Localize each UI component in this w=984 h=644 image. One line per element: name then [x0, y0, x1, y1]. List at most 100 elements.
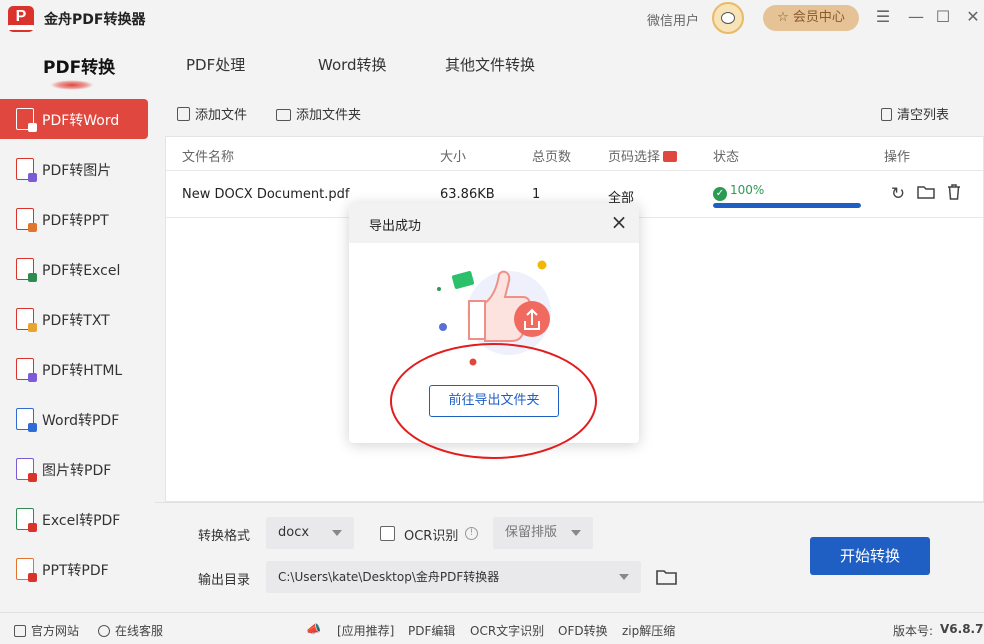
sidebar-item-label: 图片转PDF — [42, 463, 112, 479]
close-icon[interactable]: × — [609, 212, 629, 232]
sidebar-item-label: PPT转PDF — [42, 563, 109, 579]
vip-center-button[interactable]: ☆ 会员中心 — [763, 5, 859, 31]
add-folder-button[interactable]: 添加文件夹 — [276, 104, 361, 123]
chevron-down-icon — [332, 530, 342, 536]
progress-fill — [713, 203, 861, 208]
tab-pdf-convert[interactable]: PDF转换 — [43, 53, 115, 78]
sidebar-item-pdf-to-txt[interactable]: PDF转TXT — [0, 299, 148, 339]
main-tabs: PDF转换 PDF处理 Word转换 其他文件转换 — [0, 36, 984, 92]
sidebar-item-label: Excel转PDF — [42, 513, 121, 529]
pdf-txt-icon — [16, 308, 37, 332]
col-size: 大小 — [440, 150, 467, 165]
col-status: 状态 — [713, 150, 740, 165]
dialog-header: 导出成功 × — [349, 203, 639, 243]
sidebar-item-label: PDF转Excel — [42, 263, 121, 279]
clear-list-label: 清空列表 — [897, 108, 950, 123]
col-page-select: 页码选择 — [608, 146, 678, 165]
sidebar-item-word-to-pdf[interactable]: Word转PDF — [0, 399, 148, 439]
footer-link-recommend[interactable]: [应用推荐] — [337, 622, 394, 639]
sidebar: PDF转Word PDF转图片 PDF转PPT PDF转Excel PDF转TX… — [0, 92, 155, 608]
footer: 官方网站 在线客服 📣 [应用推荐] PDF编辑 OCR文字识别 OFD转换 z… — [0, 612, 984, 644]
layout-value: 保留排版 — [505, 525, 558, 540]
image-pdf-icon — [16, 458, 37, 482]
ppt-pdf-icon — [16, 558, 37, 582]
progress-bar — [713, 203, 861, 208]
chevron-down-icon — [619, 574, 629, 580]
globe-icon — [14, 625, 26, 637]
pdf-word-icon — [16, 108, 37, 132]
sidebar-item-pdf-to-word[interactable]: PDF转Word — [0, 99, 148, 139]
add-file-icon — [177, 107, 190, 121]
app-title: 金舟PDF转换器 — [44, 12, 146, 28]
sidebar-item-excel-to-pdf[interactable]: Excel转PDF — [0, 499, 148, 539]
col-file-name: 文件名称 — [182, 150, 235, 165]
app-logo-icon: P — [8, 6, 34, 32]
pdf-html-icon — [16, 358, 37, 382]
version-value: V6.8.7 — [940, 622, 984, 636]
sidebar-item-ppt-to-pdf[interactable]: PPT转PDF — [0, 549, 148, 589]
browse-folder-icon[interactable] — [655, 567, 679, 591]
delete-icon[interactable] — [944, 184, 964, 204]
maximize-icon[interactable]: ☐ — [932, 6, 954, 28]
support-link[interactable]: 在线客服 — [98, 622, 163, 639]
footer-link-ofd[interactable]: OFD转换 — [558, 622, 608, 639]
col-pages: 总页数 — [532, 150, 572, 165]
file-size-cell: 63.86KB — [440, 187, 495, 202]
layout-select[interactable]: 保留排版 — [493, 517, 593, 549]
sidebar-item-label: PDF转TXT — [42, 313, 110, 329]
tab-word-convert[interactable]: Word转换 — [318, 54, 387, 75]
minimize-icon[interactable]: — — [905, 6, 927, 28]
menu-icon[interactable]: ☰ — [872, 6, 894, 28]
check-circle-icon: ✓ — [713, 187, 727, 201]
col-page-select-label: 页码选择 — [608, 150, 661, 165]
sidebar-item-label: Word转PDF — [42, 413, 120, 429]
settings-panel: 转换格式 docx OCR识别 ! 保留排版 输出目录 C:\Users\kat… — [155, 502, 984, 608]
output-path-select[interactable]: C:\Users\kate\Desktop\金舟PDF转换器 — [266, 561, 641, 593]
file-name-cell: New DOCX Document.pdf — [182, 187, 350, 202]
website-label: 官方网站 — [31, 624, 80, 638]
reconvert-icon[interactable]: ↻ — [888, 184, 908, 204]
open-export-folder-button[interactable]: 前往导出文件夹 — [429, 385, 559, 417]
close-icon[interactable]: ✕ — [962, 6, 984, 28]
format-select[interactable]: docx — [266, 517, 354, 549]
export-success-dialog: 导出成功 × 前往导出文件夹 — [349, 203, 639, 443]
vip-center-label: 会员中心 — [792, 10, 845, 25]
sidebar-item-pdf-to-html[interactable]: PDF转HTML — [0, 349, 148, 389]
website-link[interactable]: 官方网站 — [14, 622, 79, 639]
table-header: 文件名称 大小 总页数 页码选择 状态 操作 — [166, 137, 983, 171]
add-file-button[interactable]: 添加文件 — [177, 104, 247, 123]
excel-pdf-icon — [16, 508, 37, 532]
sidebar-item-label: PDF转Word — [42, 113, 120, 129]
sidebar-item-pdf-to-ppt[interactable]: PDF转PPT — [0, 199, 148, 239]
version-label: 版本号: — [893, 624, 934, 638]
footer-link-zip[interactable]: zip解压缩 — [622, 622, 675, 639]
trash-icon — [881, 108, 892, 121]
help-icon[interactable]: ! — [465, 527, 478, 540]
sidebar-item-image-to-pdf[interactable]: 图片转PDF — [0, 449, 148, 489]
user-name[interactable]: 微信用户 — [647, 10, 699, 29]
clear-list-button[interactable]: 清空列表 — [881, 104, 949, 123]
title-bar: P 金舟PDF转换器 微信用户 ☆ 会员中心 ☰ — ☐ ✕ — [0, 0, 984, 36]
chevron-down-icon — [571, 530, 581, 536]
footer-link-ocr[interactable]: OCR文字识别 — [470, 622, 544, 639]
page-count-cell: 1 — [532, 187, 541, 202]
support-label: 在线客服 — [115, 624, 164, 638]
ocr-label: OCR识别 — [404, 529, 459, 544]
add-folder-icon — [276, 109, 291, 121]
sidebar-item-pdf-to-excel[interactable]: PDF转Excel — [0, 249, 148, 289]
ocr-checkbox[interactable] — [380, 526, 395, 541]
start-convert-button[interactable]: 开始转换 — [810, 537, 930, 575]
active-tab-indicator — [50, 80, 94, 90]
sidebar-item-pdf-to-image[interactable]: PDF转图片 — [0, 149, 148, 189]
sidebar-item-label: PDF转图片 — [42, 163, 112, 179]
avatar[interactable] — [712, 2, 744, 34]
open-folder-icon[interactable] — [916, 184, 936, 204]
sidebar-item-label: PDF转PPT — [42, 213, 109, 229]
tab-other-convert[interactable]: 其他文件转换 — [445, 54, 535, 75]
footer-link-pdf-edit[interactable]: PDF编辑 — [408, 622, 455, 639]
status-text: 100% — [730, 183, 765, 197]
thumbs-up-illustration — [429, 253, 569, 373]
megaphone-icon: 📣 — [306, 622, 321, 636]
tab-pdf-process[interactable]: PDF处理 — [186, 54, 245, 75]
output-label: 输出目录 — [198, 573, 251, 588]
